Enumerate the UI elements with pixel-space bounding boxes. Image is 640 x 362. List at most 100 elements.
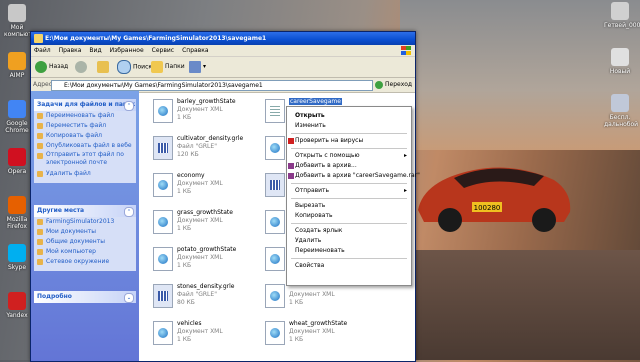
task-icon [37,219,43,225]
menu-separator [291,258,407,259]
task-link[interactable]: Переместить файл [34,121,136,131]
desktop-icon-label: Opera [7,168,27,175]
file-type: Документ XML [289,328,335,335]
xml-file-icon [265,284,285,308]
task-link[interactable]: Копировать файл [34,131,136,141]
context-menu-item[interactable]: Вырезать [287,201,411,211]
windows-logo-icon [401,46,411,55]
task-link[interactable]: Сетевое окружение [34,257,136,267]
menu-view[interactable]: Вид [89,47,101,54]
file-size: 1 КБ [289,299,304,306]
app-icon [8,292,26,310]
file-item[interactable]: economy Документ XML 1 КБ [153,171,263,201]
task-link[interactable]: FarmingSimulator2013 [34,217,136,227]
context-menu-item[interactable]: Проверить на вирусы [287,136,411,146]
task-link[interactable]: Общие документы [34,237,136,247]
task-icon [37,113,43,119]
file-tasks-header[interactable]: Задачи для файлов и папок ⌃ [34,99,136,111]
menu-item-icon [288,163,294,169]
desktop-icon-label: Новый [609,68,631,75]
file-name: potato_growthState [177,246,237,253]
file-item[interactable]: grass_growthState Документ XML 1 КБ [153,208,263,238]
menu-file[interactable]: Файл [34,47,51,54]
other-places-header[interactable]: Другие места ⌃ [34,205,136,217]
context-menu-item[interactable]: Создать ярлык [287,226,411,236]
task-label: Мои документы [46,228,97,235]
desktop-icon[interactable]: AIMP [4,52,30,79]
collapse-icon[interactable]: ⌃ [124,101,134,111]
file-size: 1 КБ [289,336,304,343]
task-label: Сетевое окружение [46,258,110,265]
go-button[interactable]: Переход [375,78,412,92]
menu-tools[interactable]: Сервис [152,47,174,54]
file-icon [611,48,629,66]
folders-button[interactable]: Папки [151,60,185,74]
desktop-icon[interactable]: Skype [4,244,30,271]
file-item[interactable]: potato_growthState Документ XML 1 КБ [153,245,263,275]
task-link[interactable]: Мои документы [34,227,136,237]
task-link[interactable]: Переименовать файл [34,111,136,121]
up-button[interactable] [97,60,111,74]
search-button[interactable]: Поиск [117,60,152,74]
views-button[interactable]: ▾ [189,60,206,74]
file-item[interactable]: barley_growthState Документ XML 1 КБ [153,97,263,127]
file-item[interactable]: vehicles Документ XML 1 КБ [153,319,263,349]
forward-arrow-icon [75,60,87,73]
file-item[interactable]: Документ XML 1 КБ [265,282,375,312]
menu-item-label: Открыть [295,112,325,119]
task-link[interactable]: Опубликовать файл в вебе [34,141,136,151]
task-icon [37,153,43,159]
file-size: 1 КБ [177,262,192,269]
menu-favorites[interactable]: Избранное [110,47,144,54]
address-input[interactable]: E:\Мои документы\My Games\FarmingSimulat… [51,80,373,91]
file-item[interactable]: cultivator_density.grle Файл "GRLE" 120 КБ [153,134,263,164]
context-menu-item[interactable]: Переименовать [287,246,411,256]
context-menu-item[interactable]: Добавить в архив... [287,161,411,171]
file-item[interactable]: stones_density.grle Файл "GRLE" 80 КБ [153,282,263,312]
context-menu-item[interactable]: Открыть [287,111,411,121]
text-file-icon [265,99,285,123]
desktop-icon-label: Mozilla Firefox [6,216,28,230]
details-header[interactable]: Подробно ⌄ [34,291,136,303]
file-tasks-panel: Задачи для файлов и папок ⌃ Переименовать… [34,99,136,183]
menu-item-label: Свойства [295,262,325,269]
desktop-icon[interactable]: Новый [604,48,636,75]
desktop-icon[interactable]: Гетвей_0001 [604,2,640,29]
expand-icon[interactable]: ⌄ [124,293,134,303]
file-type: Файл "GRLE" [177,291,217,298]
task-link[interactable]: Мой компьютер [34,247,136,257]
file-name: barley_growthState [177,98,236,105]
file-type: Документ XML [289,291,335,298]
context-menu-item[interactable]: Удалить [287,236,411,246]
task-icon [37,123,43,129]
address-path: E:\Мои документы\My Games\FarmingSimulat… [64,82,263,89]
collapse-icon[interactable]: ⌃ [124,207,134,217]
task-link[interactable]: Отправить этот файл по электронной почте [34,151,136,169]
desktop-icon[interactable]: Google Chrome [4,100,30,134]
desktop-icon[interactable]: Opera [4,148,30,175]
menu-edit[interactable]: Правка [59,47,82,54]
back-button[interactable]: Назад [35,60,68,74]
desktop-icon[interactable]: Мой компьютер [4,4,39,38]
app-icon [8,4,26,22]
desktop-icon[interactable]: Yandex [4,292,30,319]
menu-separator [291,223,407,224]
menu-help[interactable]: Справка [182,47,208,54]
context-menu-item[interactable]: Свойства [287,261,411,271]
menu-item-label: Создать ярлык [295,227,343,234]
window-title-bar[interactable]: E:\Мои документы\My Games\FarmingSimulat… [31,32,415,45]
desktop-icon[interactable]: Беспл. дальнобой [604,94,638,128]
file-name: cultivator_density.grle [177,135,244,142]
context-menu-item[interactable]: Копировать [287,211,411,221]
context-menu-item[interactable]: Открыть с помощью ▸ [287,151,411,161]
file-size: 80 КБ [177,299,195,306]
context-menu-item[interactable]: Добавить в архив "careerSavegame.rar" [287,171,420,181]
forward-button[interactable] [75,60,89,74]
app-icon [8,244,26,262]
desktop-icon[interactable]: Mozilla Firefox [4,196,30,230]
context-menu-item[interactable]: Отправить ▸ [287,186,411,196]
context-menu-item[interactable]: Изменить [287,121,411,131]
task-link[interactable]: Удалить файл [34,169,136,179]
file-item[interactable]: wheat_growthState Документ XML 1 КБ [265,319,375,349]
task-label: Опубликовать файл в вебе [46,142,132,149]
